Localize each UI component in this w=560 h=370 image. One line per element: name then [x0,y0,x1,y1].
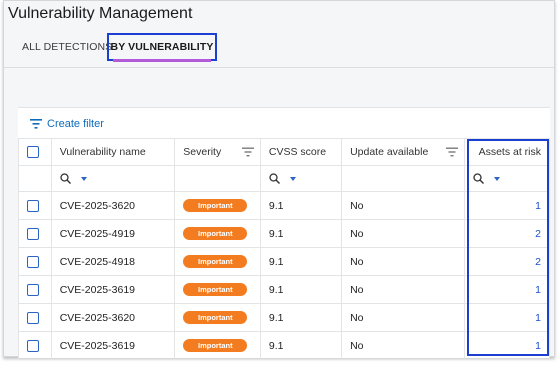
column-search-row [18,165,550,192]
severity-badge: Important [183,255,248,268]
vulnerability-name[interactable]: CVE-2025-3620 [50,303,176,332]
cvss-score: 9.1 [259,247,343,276]
search-icon [269,173,280,184]
cvss-score: 9.1 [259,331,343,360]
results-panel: Create filter Vulnerability name Severit… [18,107,550,360]
cvss-score: 9.1 [259,219,343,248]
chevron-down-icon[interactable] [289,176,296,181]
chevron-down-icon[interactable] [494,176,501,181]
update-available: No [341,275,466,304]
severity-badge: Important [183,283,248,296]
table-row[interactable]: CVE-2025-4918 Important 9.1 No 2 [18,247,550,276]
row-checkbox[interactable] [27,227,39,240]
severity-badge: Important [183,199,248,212]
tab-bar: ALL DETECTIONS BY VULNERABILITY [4,31,554,68]
column-header-severity[interactable]: Severity [183,146,221,158]
row-checkbox[interactable] [27,339,39,352]
create-filter-button[interactable]: Create filter [30,118,104,130]
vulnerability-name[interactable]: CVE-2025-3620 [50,191,176,220]
page-title: Vulnerability Management [8,5,193,22]
column-menu-icon[interactable] [446,147,459,157]
vulnerability-name[interactable]: CVE-2025-4919 [50,219,176,248]
table-header-row: Vulnerability name Severity CVSS score U… [18,138,550,166]
severity-badge: Important [183,311,248,324]
assets-at-risk-link[interactable]: 1 [464,303,550,332]
assets-search-filter[interactable] [473,173,541,184]
column-header-update[interactable]: Update available [350,146,428,158]
cvss-score: 9.1 [259,191,343,220]
update-available: No [341,303,466,332]
cvss-search-filter[interactable] [269,173,341,184]
search-icon [473,173,485,184]
table-row[interactable]: CVE-2025-3619 Important 9.1 No 1 [18,331,550,360]
name-search-filter[interactable] [60,173,175,184]
column-header-cvss[interactable]: CVSS score [269,146,326,158]
cvss-score: 9.1 [259,275,343,304]
severity-badge: Important [183,227,248,240]
vulnerability-name[interactable]: CVE-2025-4918 [50,247,176,276]
assets-at-risk-link[interactable]: 1 [464,331,550,360]
tab-all-detections[interactable]: ALL DETECTIONS [22,41,112,53]
row-checkbox[interactable] [27,283,39,296]
row-checkbox[interactable] [27,311,39,324]
column-menu-icon[interactable] [241,147,254,157]
table-row[interactable]: CVE-2025-3620 Important 9.1 No 1 [18,303,550,332]
severity-badge: Important [183,339,248,352]
chevron-down-icon[interactable] [80,176,87,181]
search-icon [60,173,71,184]
update-available: No [341,219,466,248]
assets-at-risk-link[interactable]: 1 [464,275,550,304]
vulnerability-name[interactable]: CVE-2025-3619 [50,331,176,360]
update-available: No [341,331,466,360]
table-row[interactable]: CVE-2025-4919 Important 9.1 No 2 [18,219,550,248]
update-available: No [341,191,466,220]
create-filter-label: Create filter [47,118,104,130]
vulnerability-name[interactable]: CVE-2025-3619 [50,275,176,304]
table-row[interactable]: CVE-2025-3620 Important 9.1 No 1 [18,191,550,220]
vulnerability-table: Vulnerability name Severity CVSS score U… [18,138,550,360]
filter-icon [30,119,42,129]
tab-by-vulnerability[interactable]: BY VULNERABILITY [107,33,217,62]
select-all-checkbox[interactable] [27,146,39,159]
row-checkbox[interactable] [27,199,39,212]
column-header-name[interactable]: Vulnerability name [60,146,146,158]
update-available: No [341,247,466,276]
assets-at-risk-link[interactable]: 2 [464,247,550,276]
assets-at-risk-link[interactable]: 1 [464,191,550,220]
cvss-score: 9.1 [259,303,343,332]
row-checkbox[interactable] [27,255,39,268]
table-row[interactable]: CVE-2025-3619 Important 9.1 No 1 [18,275,550,304]
column-header-assets[interactable]: Assets at risk [479,146,541,158]
assets-at-risk-link[interactable]: 2 [464,219,550,248]
